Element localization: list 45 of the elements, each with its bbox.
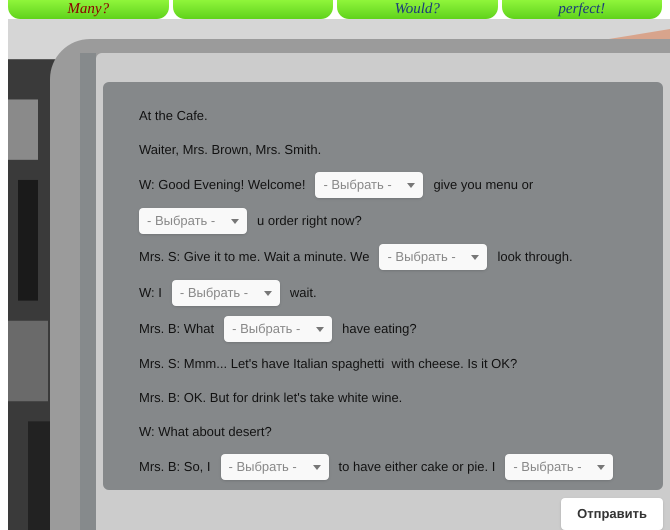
dialogue-text: Mrs. B: OK. But for drink let's take white wine. — [139, 389, 402, 408]
tab-label: Many? — [67, 2, 110, 17]
caret-icon — [312, 464, 321, 470]
dropdown-placeholder: - Выбрать - — [147, 212, 216, 230]
dialogue-text: W: I — [139, 284, 162, 302]
dialogue-text: have eating? — [342, 320, 417, 338]
caret-icon — [471, 254, 480, 260]
tab-button[interactable] — [172, 0, 333, 19]
dialogue-text: W: Good Evening! Welcome! — [139, 176, 306, 194]
caret-icon — [316, 326, 324, 332]
dialogue-text: At the Cafe. — [139, 107, 208, 126]
dropdown-placeholder: - Выбрать - — [228, 458, 297, 476]
dropdown-placeholder: - Выбрать - — [180, 284, 248, 302]
dialogue-text: Mrs. B: So, I — [139, 458, 211, 476]
dialogue-text: Waiter, Mrs. Brown, Mrs. Smith. — [139, 141, 322, 160]
dropdown-field[interactable]: - Выбрать - — [172, 280, 280, 306]
dropdown-field[interactable]: - Выбрать - — [139, 208, 247, 234]
dialogue-text: wait. — [290, 284, 317, 302]
dialogue-text: look through. — [497, 248, 573, 266]
caret-icon — [407, 182, 416, 188]
dialogue-text: give you menu or — [433, 176, 534, 194]
dropdown-field[interactable]: - Выбрать - — [224, 316, 332, 342]
tab-label: Would? — [394, 2, 440, 17]
dropdown-placeholder: - Выбрать - — [513, 458, 582, 476]
tab-button[interactable]: Many? — [8, 0, 168, 19]
dropdown-placeholder: - Выбрать - — [387, 248, 456, 266]
dialogue-text: W: What about desert? — [139, 423, 272, 442]
caret-icon — [231, 218, 239, 224]
dropdown-field[interactable]: - Выбрать - — [379, 244, 488, 270]
caret-icon — [597, 464, 606, 470]
dropdown-field[interactable]: - Выбрать - — [220, 454, 329, 480]
dialogue-text: to have either cake or pie. I — [338, 458, 496, 476]
tab-button[interactable]: Would? — [337, 0, 498, 19]
dialogue-text: Mrs. S: Mmm... Let's have Italian spaghetti with cheese. Is it OK? — [139, 355, 518, 374]
tab-label: perfect! — [558, 2, 606, 17]
dropdown-field[interactable]: - Выбрать - — [315, 172, 424, 198]
dropdown-placeholder: - Выбрать - — [323, 176, 392, 194]
dialogue-text: u order right now? — [257, 212, 362, 230]
dropdown-field[interactable]: - Выбрать - — [505, 454, 614, 480]
dialogue-text: Mrs. S: Give it to me. Wait a minute. We — [139, 248, 370, 266]
submit-button[interactable]: Отправить — [561, 498, 663, 530]
caret-icon — [264, 290, 272, 296]
dialogue-text: Mrs. B: What — [139, 320, 214, 338]
dropdown-placeholder: - Выбрать - — [232, 320, 300, 338]
tab-button[interactable]: perfect! — [502, 0, 662, 19]
